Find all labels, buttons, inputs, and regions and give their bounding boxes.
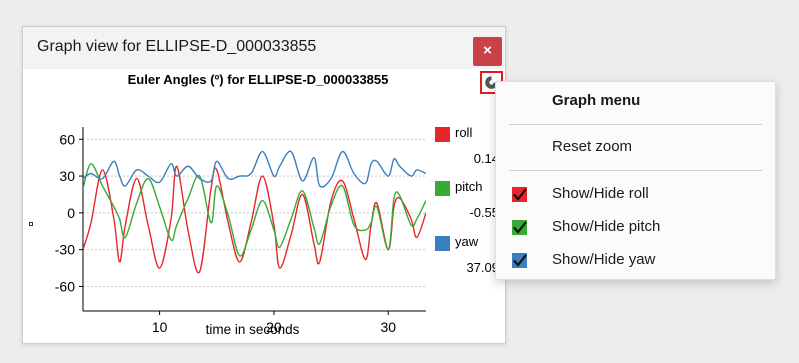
check-icon [512, 253, 527, 268]
y-tick-label: 0 [67, 205, 75, 221]
y-tick-label: -30 [55, 242, 75, 258]
graph-view-window: Graph view for ELLIPSE-D_000033855 × Eul… [22, 26, 506, 344]
y-tick-label: 60 [59, 131, 75, 147]
x-tick-label: 30 [380, 319, 396, 335]
menu-separator [509, 170, 762, 171]
legend-label-pitch: pitch [455, 179, 483, 194]
legend-swatch-roll [435, 127, 450, 142]
legend-label-yaw: yaw [455, 234, 479, 249]
check-icon [512, 220, 527, 235]
menu-separator [509, 124, 762, 125]
legend-swatch-pitch [435, 181, 450, 196]
resize-handle[interactable] [29, 222, 33, 226]
legend-value-pitch: -0.55 [469, 205, 499, 220]
legend-value-yaw: 37.09 [466, 260, 499, 275]
menu-item-toggle[interactable]: Show/Hide pitch [552, 218, 660, 235]
menu-item-toggle[interactable]: Show/Hide yaw [552, 251, 655, 268]
euler-angles-chart[interactable]: 60300-30-6010 20 30time in seconds [23, 27, 505, 343]
check-icon [512, 187, 527, 202]
x-tick-label: 10 [152, 319, 168, 335]
legend-value-roll: 0.14 [473, 151, 499, 166]
y-tick-label: 30 [59, 168, 75, 184]
legend-swatch-yaw [435, 236, 450, 251]
x-axis-label: time in seconds [206, 322, 300, 337]
menu-item-toggle[interactable]: Show/Hide roll [552, 185, 649, 202]
graph-menu-title: Graph menu [552, 92, 641, 109]
y-tick-label: -60 [55, 278, 75, 294]
reset-zoom-item[interactable]: Reset zoom [552, 138, 632, 155]
graph-menu: Graph menu Reset zoom Show/Hide roll Show… [495, 81, 776, 280]
legend-label-roll: roll [455, 125, 473, 140]
